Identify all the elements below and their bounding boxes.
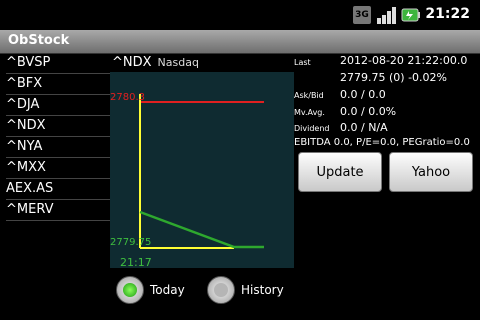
- status-bar: 3G 21:22: [0, 0, 480, 30]
- title-bar: ObStock: [0, 30, 480, 54]
- chart-symbol: ^NDX: [112, 55, 152, 70]
- today-radio[interactable]: Today: [116, 276, 185, 304]
- last-date: 2012-08-20 21:22:00.0: [340, 54, 468, 67]
- ebitda-line: EBITDA 0.0, P/E=0.0, PEGratio=0.0: [294, 137, 470, 148]
- last-value-label: 2779.75: [110, 237, 152, 248]
- today-label: Today: [150, 283, 185, 297]
- signal-icon: [377, 7, 396, 24]
- list-item[interactable]: AEX.AS: [6, 179, 110, 200]
- price-line: [139, 210, 264, 249]
- list-item[interactable]: ^NYA: [6, 137, 110, 158]
- last-key: Last: [294, 58, 311, 67]
- list-item[interactable]: ^MXX: [6, 158, 110, 179]
- mvavg-value: 0.0 / 0.0%: [340, 105, 397, 118]
- askbid-value: 0.0 / 0.0: [340, 88, 386, 101]
- battery-icon: [401, 8, 420, 22]
- app-title: ObStock: [8, 33, 70, 48]
- list-item[interactable]: ^DJA: [6, 95, 110, 116]
- chart-name: Nasdaq: [157, 56, 199, 69]
- radio-selected-icon: [116, 276, 144, 304]
- time-label: 21:17: [120, 256, 152, 269]
- list-item[interactable]: ^BVSP: [6, 53, 110, 74]
- list-item[interactable]: ^NDX: [6, 116, 110, 137]
- yahoo-button[interactable]: Yahoo: [389, 152, 473, 192]
- history-radio[interactable]: History: [207, 276, 284, 304]
- askbid-key: Ask/Bid: [294, 91, 324, 100]
- dividend-key: Dividend: [294, 124, 330, 133]
- chart-header: ^NDX Nasdaq: [112, 55, 199, 70]
- symbol-list: ^BVSP ^BFX ^DJA ^NDX ^NYA ^MXX AEX.AS ^M…: [6, 53, 110, 221]
- dividend-value: 0.0 / N/A: [340, 121, 388, 134]
- update-button[interactable]: Update: [298, 152, 382, 192]
- list-item[interactable]: ^BFX: [6, 74, 110, 95]
- mvavg-key: Mv.Avg.: [294, 108, 325, 117]
- clock: 21:22: [425, 6, 470, 22]
- price-chart: 2780.3 2779.75 21:17: [110, 72, 294, 269]
- last-value: 2779.75 (0) -0.02%: [340, 71, 447, 84]
- network-3g-icon: 3G: [353, 6, 371, 24]
- radio-unselected-icon: [207, 276, 235, 304]
- history-label: History: [241, 283, 284, 297]
- list-item[interactable]: ^MERV: [6, 200, 110, 221]
- ref-value-label: 2780.3: [110, 92, 145, 103]
